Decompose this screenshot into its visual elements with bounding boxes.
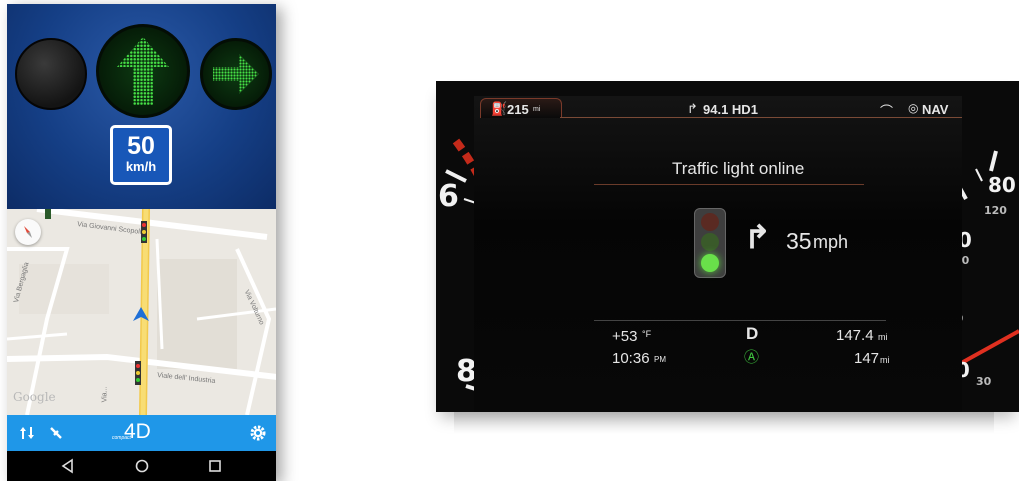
display-title: Traffic light online xyxy=(672,159,805,178)
gear-indicator: D xyxy=(746,324,759,343)
nav-label: NAV xyxy=(922,102,949,117)
auto-hold-icon: Ⓐ xyxy=(744,349,760,366)
instruction-unit: mph xyxy=(813,232,849,252)
signal-panel: 50 km/h xyxy=(7,4,276,209)
traffic-signal-marker xyxy=(135,361,141,385)
turn-right-arrow-icon: ↱ xyxy=(744,219,771,255)
speedo-label: 30 xyxy=(976,375,992,388)
trip-distance-2-unit: mi xyxy=(880,355,890,365)
instrument-cluster-photo: 6 7 8 80 120 60 90 40 60 20 30 ⛽ 215 mi … xyxy=(436,81,1019,412)
sort-arrows-icon[interactable] xyxy=(18,424,36,442)
compass-icon xyxy=(24,226,32,238)
top-divider xyxy=(560,117,962,118)
speed-limit-sign: 50 km/h xyxy=(110,125,172,185)
recent-apps-icon[interactable] xyxy=(207,458,223,474)
street-label: Via... xyxy=(101,386,109,403)
fuel-pump-icon: ⛽ xyxy=(491,101,508,116)
android-nav-bar xyxy=(7,451,276,481)
bottom-divider xyxy=(594,320,886,321)
nav-globe-icon: ◎ xyxy=(908,101,919,115)
trip-distance-1: 147.4 xyxy=(836,327,874,344)
signal-lamp-right xyxy=(200,38,272,110)
instruction-speed: 35 xyxy=(786,228,812,254)
phone-app-screenshot: 50 km/h Via Giovanni Scopoli Via Bergagl… xyxy=(7,4,276,481)
logo-text: 4D xyxy=(124,420,151,443)
signal-lamp-straight xyxy=(96,24,190,118)
app-toolbar: compact 4D xyxy=(7,415,276,451)
green-lamp xyxy=(701,254,719,272)
map-view[interactable]: Via Giovanni Scopoli Via Bergaglia Via V… xyxy=(7,209,276,415)
clock-suffix: PM xyxy=(654,355,666,364)
cluster-shadow xyxy=(454,412,994,434)
trip-distance-2: 147 xyxy=(854,350,880,367)
speedo-label: 120 xyxy=(984,204,1007,217)
tach-label-6: 6 xyxy=(438,179,459,214)
speed-limit-value: 50 xyxy=(127,132,155,160)
trip-distance-1-unit: mi xyxy=(878,332,888,342)
green-arrow-right-icon xyxy=(213,54,259,94)
home-icon[interactable] xyxy=(134,458,150,474)
traffic-light-icon xyxy=(694,208,726,278)
traffic-signal-marker xyxy=(141,221,147,243)
red-lamp xyxy=(701,213,719,231)
title-divider xyxy=(594,184,864,185)
speed-limit-unit: km/h xyxy=(125,159,157,174)
compass-button[interactable] xyxy=(15,219,41,245)
signal-lamp-off xyxy=(15,38,87,110)
temperature-value: +53 xyxy=(612,328,638,345)
amber-lamp xyxy=(701,233,719,251)
radio-station: 94.1 HD1 xyxy=(703,102,758,117)
range-value: 215 xyxy=(507,102,529,117)
settings-gear-icon[interactable] xyxy=(249,424,267,442)
temperature-unit: °F xyxy=(642,329,652,339)
driver-info-display: ⛽ 215 mi ↱ 94.1 HD1 ⌒ ◎ NAV Traffic ligh… xyxy=(474,96,962,412)
green-arrow-up-icon xyxy=(117,37,169,105)
radio-signal-icon: ↱ xyxy=(687,101,698,116)
range-unit: mi xyxy=(533,106,541,113)
satellite-icon[interactable] xyxy=(47,424,65,442)
map-roads xyxy=(7,209,276,415)
app-logo: compact 4D xyxy=(110,420,174,446)
clock-time: 10:36 xyxy=(612,350,650,367)
speedo-label: 80 xyxy=(988,173,1016,197)
back-icon[interactable] xyxy=(60,458,76,474)
google-attribution: Google xyxy=(13,390,56,404)
